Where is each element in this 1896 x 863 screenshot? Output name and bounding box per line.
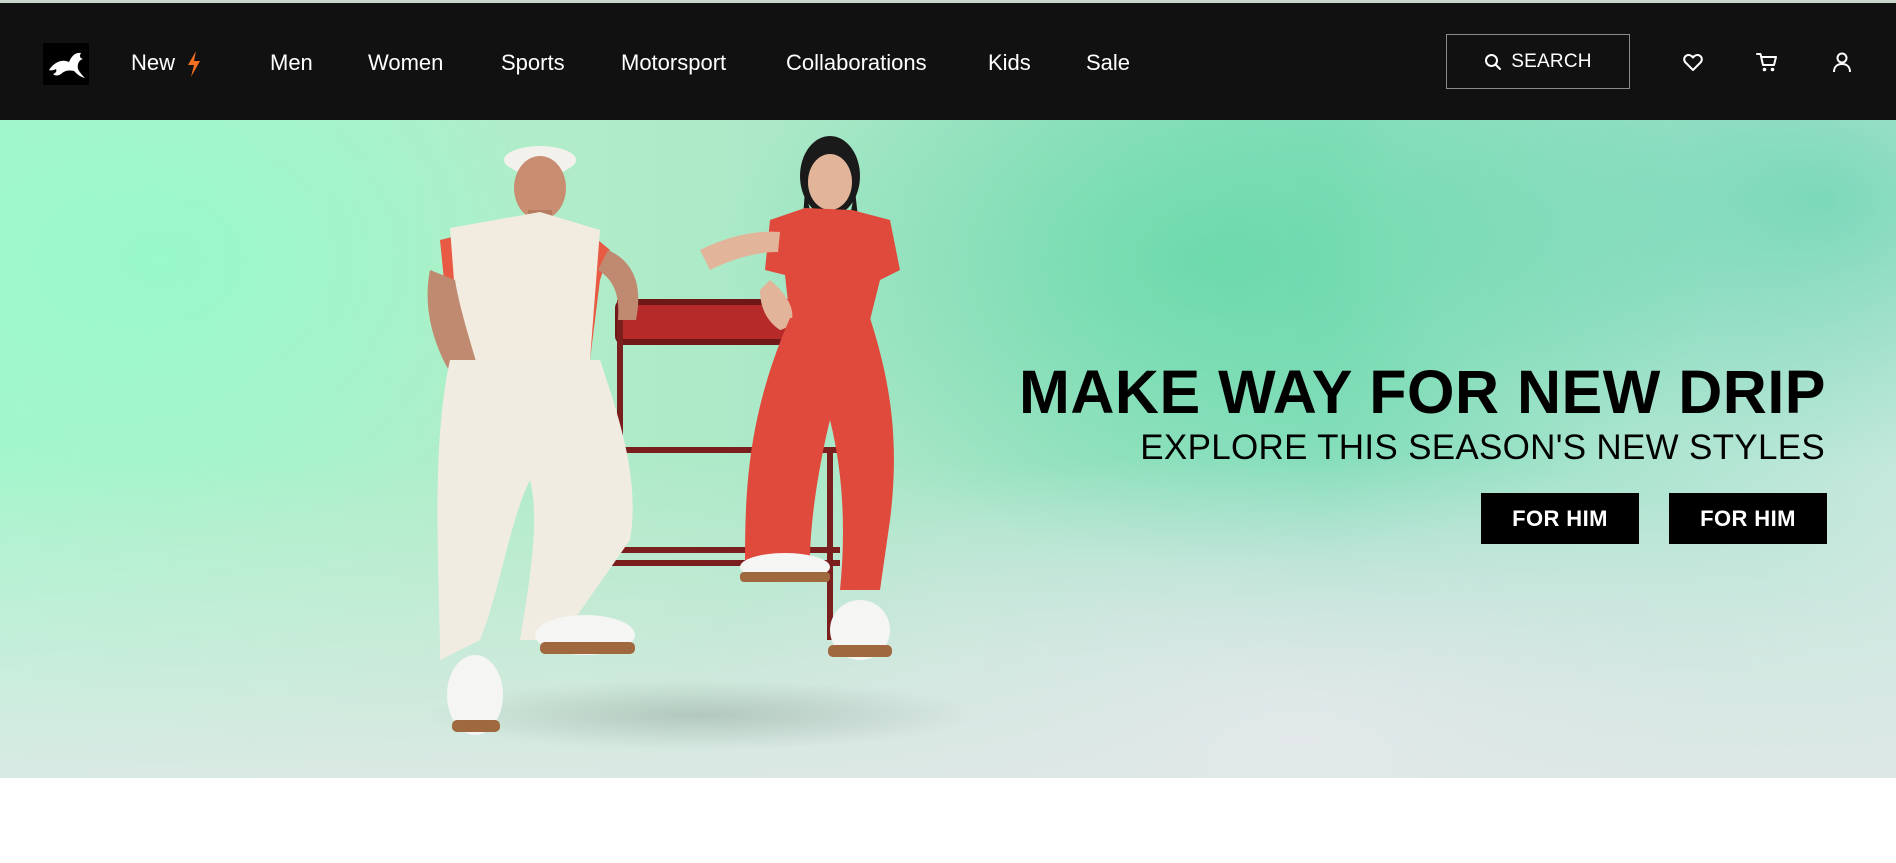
user-icon (1833, 52, 1851, 73)
hero-models-image (400, 120, 1000, 778)
search-icon (1485, 53, 1502, 70)
nav-item-men[interactable]: Men (270, 47, 313, 79)
nav-item-motorsport[interactable]: Motorsport (621, 47, 726, 79)
cart-button[interactable] (1754, 49, 1780, 75)
nav-item-new[interactable]: New (131, 47, 202, 79)
for-him-button-2[interactable]: FOR HIM (1669, 493, 1827, 544)
hero-banner[interactable]: MAKE WAY FOR NEW DRIP EXPLORE THIS SEASO… (0, 120, 1896, 778)
nav-item-collaborations[interactable]: Collaborations (786, 47, 927, 79)
hero-headline: MAKE WAY FOR NEW DRIP (1019, 358, 1826, 426)
for-him-button-1[interactable]: FOR HIM (1481, 493, 1639, 544)
nav-item-sports[interactable]: Sports (501, 47, 565, 79)
heart-icon (1683, 54, 1703, 71)
wishlist-button[interactable] (1680, 49, 1706, 75)
man-figure (427, 146, 639, 735)
nav-item-new-label: New (131, 50, 176, 75)
cart-icon (1756, 53, 1777, 72)
woman-figure (700, 136, 900, 660)
search-button[interactable]: SEARCH (1446, 34, 1630, 89)
nav-item-kids[interactable]: Kids (988, 47, 1031, 79)
puma-logo[interactable] (43, 43, 89, 85)
nav-item-women[interactable]: Women (368, 47, 443, 79)
puma-cat-icon (43, 43, 89, 85)
lightning-bolt-icon (186, 51, 202, 77)
nav-item-sale[interactable]: Sale (1086, 47, 1130, 79)
main-navbar: New Men Women Sports Motorsport Collabor… (0, 3, 1896, 120)
account-button[interactable] (1829, 49, 1855, 75)
hero-subheadline: EXPLORE THIS SEASON'S NEW STYLES (1140, 428, 1825, 467)
search-button-label: SEARCH (1511, 50, 1592, 72)
